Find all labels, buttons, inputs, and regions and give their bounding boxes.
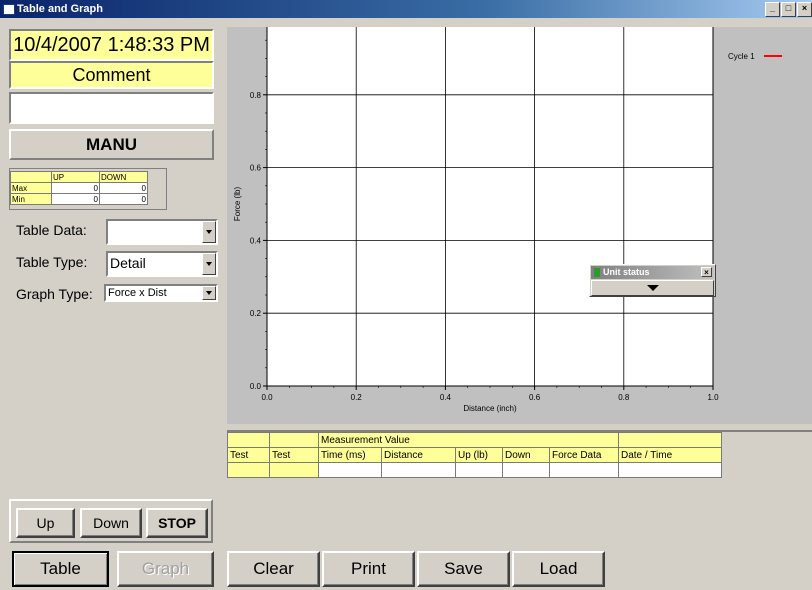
column-header: Up (lb) (455, 447, 503, 463)
x-tick-label: 1.0 (707, 393, 719, 402)
column-header: Test (227, 447, 270, 463)
table-header-cell (269, 432, 319, 448)
table-cell[interactable] (618, 462, 722, 478)
table-cell[interactable] (318, 462, 382, 478)
column-header: Time (ms) (318, 447, 382, 463)
mode-display: MANU (9, 129, 214, 160)
minmax-table: UP DOWN Max 0 0 Min 0 0 (9, 168, 167, 210)
graph-type-label: Graph Type: (16, 286, 93, 302)
measurement-table: Measurement Value Test Test Time (ms) Di… (227, 432, 722, 478)
triangle-down-icon (646, 285, 659, 291)
minmax-header-blank (10, 171, 52, 183)
y-tick-label: 0.8 (250, 91, 262, 100)
unit-status-window[interactable]: Unit status × (589, 264, 716, 297)
column-header: Force Data (549, 447, 619, 463)
chevron-down-icon[interactable] (202, 286, 216, 300)
measurement-table-panel: Measurement Value Test Test Time (ms) Di… (227, 430, 812, 543)
status-light-icon (594, 268, 600, 277)
close-icon[interactable]: × (701, 267, 712, 277)
graph-type-select[interactable]: Force x Dist (104, 284, 218, 302)
legend-label: Cycle 1 (728, 52, 755, 61)
minmax-header-down: DOWN (99, 171, 148, 183)
down-button[interactable]: Down (80, 508, 142, 538)
x-tick-label: 0.0 (261, 393, 273, 402)
table-cell[interactable] (502, 462, 550, 478)
column-header: Down (502, 447, 550, 463)
table-type-label: Table Type: (16, 254, 88, 270)
column-header: Test (269, 447, 319, 463)
table-header-cell (227, 432, 270, 448)
window-title: Table and Graph (17, 3, 103, 15)
print-button[interactable]: Print (322, 551, 415, 587)
minimize-button[interactable]: _ (765, 2, 780, 17)
y-tick-label: 0.2 (250, 309, 262, 318)
table-cell[interactable] (227, 462, 270, 478)
table-type-select[interactable]: Detail (106, 251, 218, 277)
x-tick-label: 0.4 (440, 393, 452, 402)
y-axis-label: Force (lb) (233, 187, 242, 222)
table-cell[interactable] (381, 462, 456, 478)
max-up-value: 0 (51, 182, 100, 194)
table-data-label: Table Data: (16, 222, 87, 238)
x-axis-label: Distance (inch) (463, 404, 517, 413)
min-up-value: 0 (51, 193, 100, 205)
force-distance-chart: 0.00.20.40.60.81.00.00.20.40.60.81.0Dist… (233, 27, 782, 413)
minmax-row-label: Min (10, 193, 52, 205)
min-down-value: 0 (99, 193, 148, 205)
comment-input[interactable] (9, 92, 214, 124)
table-data-select[interactable] (106, 219, 218, 245)
stop-button[interactable]: STOP (146, 508, 208, 538)
graph-view-button[interactable]: Graph (117, 551, 214, 587)
close-button[interactable]: × (797, 2, 812, 17)
y-tick-label: 0.4 (250, 236, 262, 245)
measurement-group-header: Measurement Value (318, 432, 619, 448)
graph-type-value: Force x Dist (108, 287, 167, 299)
table-view-button[interactable]: Table (12, 551, 109, 587)
title-bar: Table and Graph _ □ × (0, 0, 812, 18)
table-cell[interactable] (549, 462, 619, 478)
maximize-button[interactable]: □ (781, 2, 796, 17)
table-header-cell (618, 432, 722, 448)
table-cell[interactable] (269, 462, 319, 478)
load-button[interactable]: Load (512, 551, 605, 587)
app-icon (3, 4, 15, 15)
x-tick-label: 0.2 (351, 393, 363, 402)
unit-status-title: Unit status (603, 267, 650, 277)
unit-status-titlebar[interactable]: Unit status × (591, 266, 714, 279)
column-header: Date / Time (618, 447, 722, 463)
clear-button[interactable]: Clear (227, 551, 320, 587)
column-header: Distance (381, 447, 456, 463)
table-cell[interactable] (455, 462, 503, 478)
table-type-value: Detail (110, 255, 146, 271)
x-tick-label: 0.6 (529, 393, 541, 402)
unit-status-expand-button[interactable] (591, 280, 714, 296)
save-button[interactable]: Save (417, 551, 510, 587)
chevron-down-icon[interactable] (202, 221, 216, 243)
y-tick-label: 0.0 (250, 382, 262, 391)
max-down-value: 0 (99, 182, 148, 194)
plot-area (266, 27, 714, 387)
minmax-header-up: UP (51, 171, 100, 183)
up-button[interactable]: Up (16, 508, 75, 538)
y-tick-label: 0.6 (250, 164, 262, 173)
x-tick-label: 0.8 (618, 393, 630, 402)
datetime-display: 10/4/2007 1:48:33 PM (9, 29, 214, 61)
comment-label: Comment (9, 61, 214, 89)
minmax-row-label: Max (10, 182, 52, 194)
chevron-down-icon[interactable] (202, 253, 216, 275)
